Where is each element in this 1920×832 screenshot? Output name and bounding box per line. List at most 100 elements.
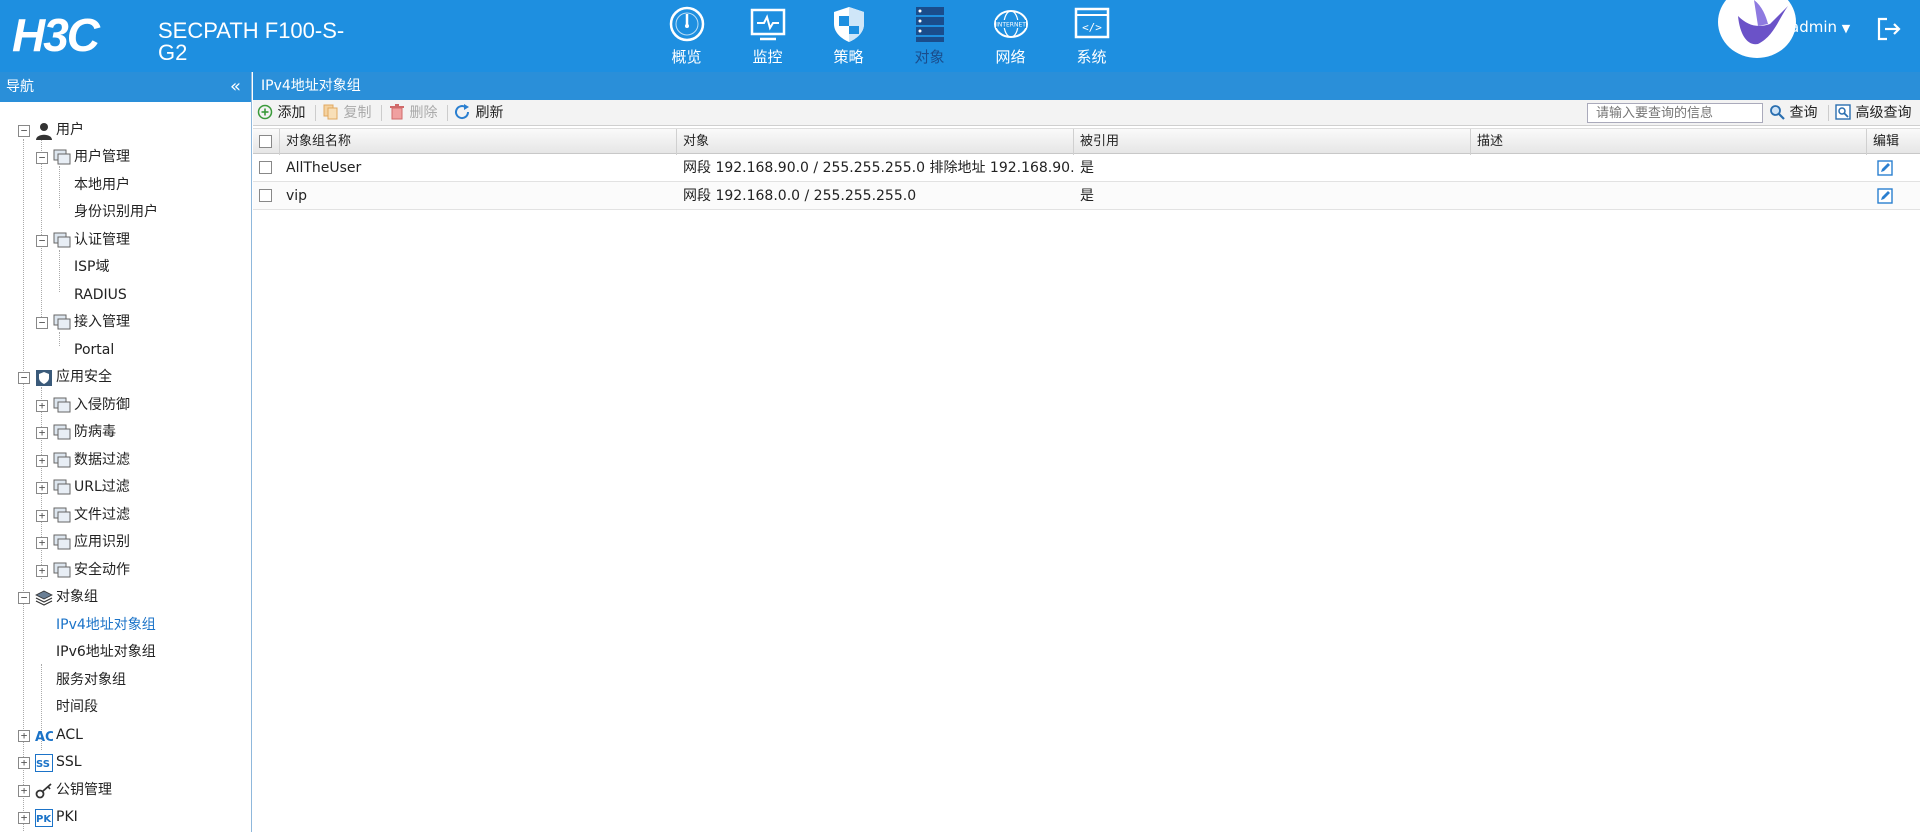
search-icon <box>1770 105 1785 120</box>
expand-toggle-icon[interactable]: + <box>18 757 30 769</box>
sidebar-item-portal[interactable]: Portal <box>0 337 250 365</box>
collapse-toggle-icon[interactable]: − <box>36 152 48 164</box>
refresh-icon <box>455 104 470 120</box>
logout-icon[interactable] <box>1876 16 1902 42</box>
collapse-toggle-icon[interactable]: − <box>18 372 30 384</box>
sidebar-item-label: 用户管理 <box>74 149 130 165</box>
collapse-toggle-icon[interactable]: − <box>18 592 30 604</box>
sidebar-item-label: Portal <box>74 342 115 358</box>
delete-button[interactable]: 删除 <box>389 100 437 126</box>
svg-text:INTERNET: INTERNET <box>996 22 1026 29</box>
collapse-toggle-icon[interactable]: − <box>36 235 48 247</box>
column-header-description[interactable]: 描述 <box>1471 129 1867 155</box>
expand-toggle-icon[interactable]: + <box>36 400 48 412</box>
advanced-query-button[interactable]: 高级查询 <box>1835 100 1911 126</box>
collapse-toggle-icon[interactable]: − <box>18 125 30 137</box>
table-header: 对象组名称 对象 被引用 描述 编辑 <box>253 128 1920 155</box>
sidebar-item-user[interactable]: − 用户 <box>0 117 250 145</box>
sidebar-item-ipv4-object-group[interactable]: IPv4地址对象组 <box>0 612 250 640</box>
shield-icon <box>833 7 864 42</box>
sidebar-item-access-management[interactable]: − 接入管理 <box>0 309 250 337</box>
nav-policy[interactable]: 策略 <box>808 0 889 72</box>
expand-toggle-icon[interactable]: + <box>18 812 30 824</box>
table-row[interactable]: AllTheUser 网段 192.168.90.0 / 255.255.255… <box>253 154 1920 182</box>
expand-toggle-icon[interactable]: + <box>36 482 48 494</box>
module-icon <box>53 562 71 578</box>
expand-toggle-icon[interactable]: + <box>36 537 48 549</box>
sidebar-item-file-filter[interactable]: + 文件过滤 <box>0 502 250 530</box>
edit-icon[interactable] <box>1877 188 1893 204</box>
toolbar-separator <box>447 105 448 121</box>
cell-object: 网段 192.168.0.0 / 255.255.255.0 <box>683 188 917 204</box>
module-icon <box>53 397 71 413</box>
sidebar-item-isp-domain[interactable]: ISP域 <box>0 254 250 282</box>
column-header-name[interactable]: 对象组名称 <box>280 129 677 155</box>
search-input[interactable] <box>1587 103 1763 123</box>
sidebar-item-label: IPv4地址对象组 <box>56 617 156 633</box>
select-all-checkbox[interactable] <box>259 135 272 148</box>
toolbar-separator <box>315 105 316 121</box>
expand-toggle-icon[interactable]: + <box>36 455 48 467</box>
column-header-object[interactable]: 对象 <box>677 129 1074 155</box>
module-icon <box>53 424 71 440</box>
sidebar-item-time-range[interactable]: 时间段 <box>0 694 250 722</box>
nav-monitor[interactable]: 监控 <box>727 0 808 72</box>
sidebar-item-service-object-group[interactable]: 服务对象组 <box>0 667 250 695</box>
expand-toggle-icon[interactable]: + <box>36 427 48 439</box>
copy-label: 复制 <box>343 105 372 121</box>
expand-toggle-icon[interactable]: + <box>18 785 30 797</box>
sidebar-item-data-filter[interactable]: + 数据过滤 <box>0 447 250 475</box>
sidebar-item-object-group[interactable]: − 对象组 <box>0 584 250 612</box>
pki-icon: PK <box>35 809 53 827</box>
expand-toggle-icon[interactable]: + <box>36 510 48 522</box>
sidebar-item-antivirus[interactable]: + 防病毒 <box>0 419 250 447</box>
collapse-sidebar-icon[interactable]: « <box>230 72 241 102</box>
sidebar-item-ssl[interactable]: + SS SSL <box>0 749 250 777</box>
sidebar-item-auth-management[interactable]: − 认证管理 <box>0 227 250 255</box>
nav-overview[interactable]: 概览 <box>646 0 727 72</box>
sidebar-item-ips[interactable]: + 入侵防御 <box>0 392 250 420</box>
sidebar-item-ipv6-object-group[interactable]: IPv6地址对象组 <box>0 639 250 667</box>
query-label: 查询 <box>1789 105 1818 121</box>
nav-system[interactable]: </> 系统 <box>1051 0 1132 72</box>
sidebar-item-label: 接入管理 <box>74 314 130 330</box>
refresh-button[interactable]: 刷新 <box>453 100 503 126</box>
nav-object[interactable]: 对象 <box>889 0 970 72</box>
collapse-toggle-icon[interactable]: − <box>36 317 48 329</box>
sidebar-item-radius[interactable]: RADIUS <box>0 282 250 310</box>
edit-icon[interactable] <box>1877 160 1893 176</box>
sidebar-item-app-security[interactable]: − 应用安全 <box>0 364 250 392</box>
sidebar-item-public-key[interactable]: + 公钥管理 <box>0 777 250 805</box>
sidebar-item-local-user[interactable]: 本地用户 <box>0 172 250 200</box>
select-all-cell <box>253 129 280 155</box>
expand-toggle-icon[interactable]: + <box>18 730 30 742</box>
sidebar-item-label: PKI <box>56 809 78 825</box>
expand-toggle-icon[interactable]: + <box>36 565 48 577</box>
sidebar-item-label: 安全动作 <box>74 562 130 578</box>
sidebar-item-label: 服务对象组 <box>56 672 126 688</box>
add-button[interactable]: 添加 <box>257 100 305 126</box>
svg-text:AC: AC <box>35 730 53 745</box>
sidebar-item-label: RADIUS <box>74 287 127 303</box>
row-checkbox[interactable] <box>259 189 272 202</box>
sidebar-item-acl[interactable]: + AC ACL <box>0 722 250 750</box>
user-name[interactable]: admin ▼ <box>1790 18 1850 36</box>
query-button[interactable]: 查询 <box>1769 100 1817 126</box>
sidebar-item-label: 本地用户 <box>74 177 130 193</box>
object-stack-icon <box>915 7 944 42</box>
table-row[interactable]: vip 网段 192.168.0.0 / 255.255.255.0 是 <box>253 182 1920 210</box>
nav-network[interactable]: INTERNET 网络 <box>970 0 1051 72</box>
row-checkbox[interactable] <box>259 161 272 174</box>
column-header-referenced[interactable]: 被引用 <box>1074 129 1471 155</box>
copy-button[interactable]: 复制 <box>323 100 371 126</box>
sidebar-item-security-action[interactable]: + 安全动作 <box>0 557 250 585</box>
sidebar-item-pki[interactable]: + PK PKI <box>0 804 250 832</box>
avatar[interactable] <box>1718 0 1796 58</box>
sidebar-item-user-management[interactable]: − 用户管理 <box>0 144 250 172</box>
sidebar-item-identity-user[interactable]: 身份识别用户 <box>0 199 250 227</box>
sidebar-item-label: 用户 <box>56 122 84 138</box>
module-icon <box>53 507 71 523</box>
sidebar-item-app-identification[interactable]: + 应用识别 <box>0 529 250 557</box>
sidebar-item-label: 公钥管理 <box>56 782 112 798</box>
sidebar-item-url-filter[interactable]: + URL过滤 <box>0 474 250 502</box>
